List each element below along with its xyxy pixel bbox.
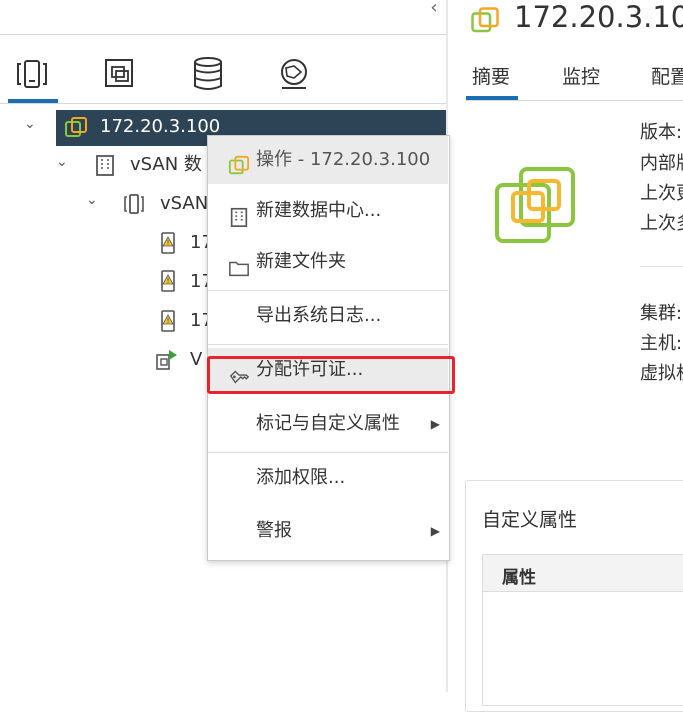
info-label-hosts: 主机: [640, 333, 683, 354]
network-icon[interactable] [274, 54, 314, 94]
info-label-clusters: 集群: [640, 303, 683, 324]
menu-item-label: 警报 [256, 520, 292, 541]
tree-item-vm[interactable]: V [190, 343, 202, 377]
info-divider [640, 266, 683, 267]
menu-item-tags-custom-attributes[interactable]: 标记与自定义属性 ▶ [208, 402, 448, 446]
submenu-arrow-icon: ▶ [430, 417, 440, 431]
menu-separator [208, 344, 448, 345]
host-warning-icon: ! [156, 231, 180, 255]
menu-item-export-system-logs[interactable]: 导出系统日志... [208, 294, 448, 338]
info-label-last-backup: 上次多 [640, 213, 683, 234]
tab-configure[interactable]: 配置 [651, 62, 683, 89]
datacenter-icon [228, 201, 250, 227]
menu-item-new-folder[interactable]: 新建文件夹 [208, 240, 448, 284]
tree-item-cluster[interactable]: vSAN [160, 187, 208, 221]
datacenter-icon [93, 153, 117, 177]
menu-separator [208, 452, 448, 453]
host-warning-icon: ! [156, 309, 180, 333]
menu-separator [208, 290, 448, 291]
navigator-header [0, 0, 446, 35]
chevron-down-icon[interactable]: ⌄ [24, 116, 36, 132]
menu-item-label: 添加权限... [256, 467, 346, 488]
host-warning-icon: ! [156, 269, 180, 293]
info-label-version: 版本: [640, 122, 683, 143]
vcenter-icon [64, 116, 88, 140]
cluster-icon [122, 192, 146, 216]
vcenter-large-icon [493, 163, 579, 249]
vcenter-icon [470, 6, 500, 36]
vms-templates-icon[interactable] [100, 54, 140, 94]
collapse-navigator-icon[interactable]: ‹ [424, 0, 444, 20]
tab-summary[interactable]: 摘要 [472, 62, 510, 89]
svg-text:!: ! [167, 277, 170, 285]
tree-item-label: 172.20.3.100 [100, 116, 221, 137]
context-menu-header: 操作 - 172.20.3.100 [208, 136, 448, 184]
svg-text:!: ! [167, 239, 170, 247]
info-label-vms: 虚拟机 [640, 363, 683, 384]
tree-item-datacenter[interactable]: vSAN 数 [130, 148, 202, 182]
menu-item-label: 导出系统日志... [256, 305, 382, 326]
vcenter-icon [228, 148, 250, 175]
submenu-arrow-icon: ▶ [430, 524, 440, 538]
highlight-box [207, 356, 455, 394]
chevron-down-icon[interactable]: ⌄ [56, 154, 68, 170]
tabs-divider [0, 103, 446, 104]
info-label-last-updated: 上次更 [640, 183, 683, 204]
menu-item-label: 标记与自定义属性 [256, 413, 400, 434]
object-title: 172.20.3.10 [514, 0, 683, 34]
attribute-column-header[interactable]: 属性 [502, 563, 536, 588]
info-label-build: 内部版 [640, 153, 683, 174]
menu-item-label: 新建数据中心... [256, 200, 382, 221]
hosts-clusters-icon[interactable] [12, 54, 52, 94]
menu-item-new-datacenter[interactable]: 新建数据中心... [208, 189, 448, 233]
menu-item-alarms[interactable]: 警报 ▶ [208, 509, 448, 553]
svg-text:!: ! [167, 317, 170, 325]
folder-icon [228, 252, 250, 277]
menu-item-label: 新建文件夹 [256, 251, 346, 272]
chevron-down-icon[interactable]: ⌄ [86, 192, 98, 208]
context-menu-title: 操作 - 172.20.3.100 [256, 149, 431, 170]
vm-powered-on-icon [154, 348, 178, 372]
menu-item-add-permission[interactable]: 添加权限... [208, 456, 448, 500]
database-icon[interactable] [188, 54, 228, 94]
tabs-divider [466, 100, 683, 101]
custom-attributes-title: 自定义属性 [482, 509, 578, 531]
tab-monitor[interactable]: 监控 [562, 62, 600, 89]
